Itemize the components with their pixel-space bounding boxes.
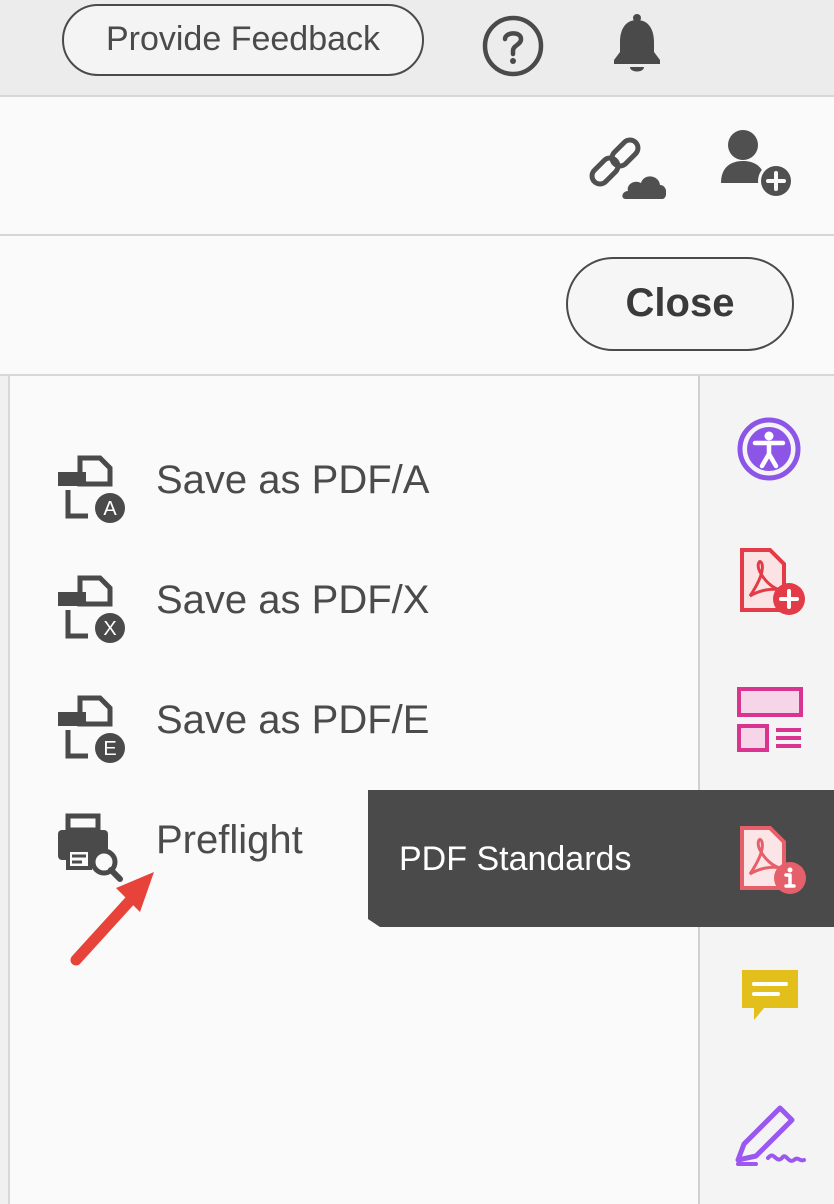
bell-icon[interactable] bbox=[607, 12, 667, 76]
menu-item-label: Preflight bbox=[156, 818, 303, 862]
save-pdf-x-icon: X bbox=[58, 575, 125, 643]
close-bar: Close bbox=[0, 236, 834, 376]
menu-item-label: Save as PDF/E bbox=[156, 698, 430, 742]
link-cloud-icon[interactable] bbox=[586, 133, 666, 203]
provide-feedback-button[interactable]: Provide Feedback bbox=[62, 4, 424, 76]
left-edge bbox=[0, 376, 8, 1204]
menu-item-label: Save as PDF/X bbox=[156, 578, 430, 622]
help-circle-icon[interactable] bbox=[481, 14, 545, 78]
close-button[interactable]: Close bbox=[566, 257, 794, 351]
svg-text:X: X bbox=[103, 618, 116, 640]
save-pdf-a-icon: A bbox=[58, 455, 125, 523]
share-toolbar bbox=[0, 97, 834, 236]
menu-item-label: Save as PDF/A bbox=[156, 458, 430, 502]
annotation-arrow bbox=[70, 872, 154, 966]
menu-item-save-pdf-x[interactable]: X Save as PDF/X bbox=[10, 558, 700, 648]
comment-icon[interactable] bbox=[738, 966, 802, 1030]
fill-sign-icon[interactable] bbox=[732, 1100, 808, 1168]
top-header: Provide Feedback bbox=[0, 0, 834, 97]
pdf-standards-tooltip: PDF Standards bbox=[368, 790, 834, 927]
add-user-icon[interactable] bbox=[719, 127, 799, 203]
menu-item-save-pdf-e[interactable]: E Save as PDF/E bbox=[10, 678, 700, 768]
save-pdf-e-icon: E bbox=[58, 695, 125, 763]
pdf-standards-icon[interactable] bbox=[738, 824, 808, 896]
create-pdf-icon[interactable] bbox=[736, 546, 808, 618]
menu-item-save-pdf-a[interactable]: A Save as PDF/A bbox=[10, 438, 700, 528]
accessibility-icon[interactable] bbox=[736, 416, 802, 482]
svg-text:E: E bbox=[103, 738, 116, 760]
svg-text:A: A bbox=[103, 498, 117, 520]
tooltip-label: PDF Standards bbox=[399, 840, 632, 878]
organize-pages-icon[interactable] bbox=[736, 686, 804, 754]
